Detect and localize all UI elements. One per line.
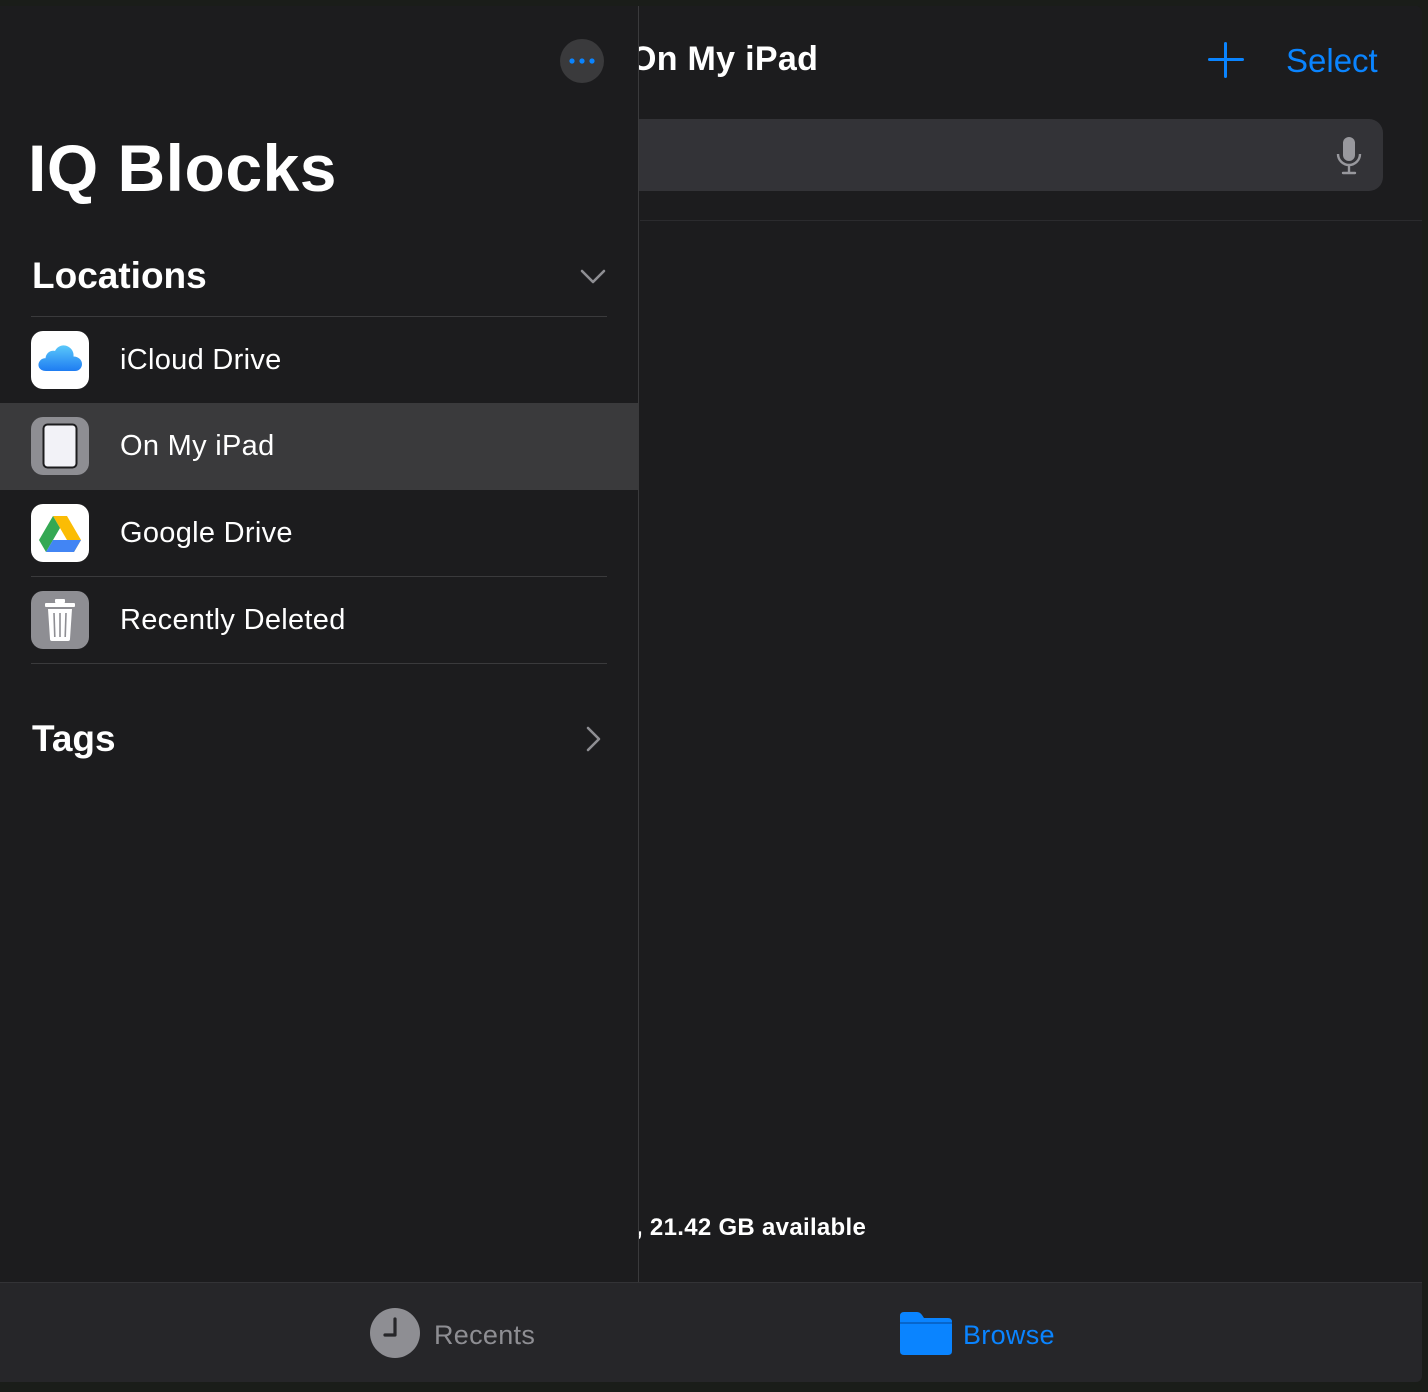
tags-header[interactable]: Tags — [32, 709, 607, 769]
tab-bar: Recents Browse — [0, 1282, 1422, 1382]
folder-icon — [900, 1312, 952, 1355]
more-options-button[interactable] — [560, 39, 604, 83]
main-content: On My iPad Select , 21.42 GB available — [620, 6, 1422, 1282]
sidebar-item-icloud-drive[interactable]: iCloud Drive — [0, 317, 639, 404]
trash-icon — [31, 591, 89, 649]
tab-recents-label: Recents — [434, 1320, 536, 1350]
tab-recents[interactable]: Recents — [370, 1283, 570, 1382]
main-header: On My iPad Select — [620, 6, 1422, 221]
sidebar-item-label: On My iPad — [120, 430, 275, 462]
locations-header[interactable]: Locations — [32, 246, 607, 306]
microphone-icon[interactable] — [1335, 136, 1363, 176]
sidebar-item-google-drive[interactable]: Google Drive — [0, 490, 639, 577]
chevron-down-icon — [580, 269, 606, 284]
ellipsis-icon — [569, 58, 595, 64]
page-title: On My iPad — [630, 40, 819, 78]
icloud-icon — [31, 331, 89, 389]
tab-browse-label: Browse — [963, 1320, 1055, 1350]
google-drive-icon — [31, 504, 89, 562]
sidebar-item-label: iCloud Drive — [120, 344, 282, 376]
storage-status: , 21.42 GB available — [636, 1214, 867, 1241]
files-app-window: On My iPad Select , 21.42 GB available I… — [0, 6, 1422, 1382]
tab-browse[interactable]: Browse — [900, 1283, 1100, 1382]
ipad-icon — [31, 417, 89, 475]
sidebar-item-on-my-ipad[interactable]: On My iPad — [0, 403, 639, 490]
sidebar-title: IQ Blocks — [28, 131, 337, 205]
clock-icon — [370, 1308, 420, 1358]
sidebar-item-recently-deleted[interactable]: Recently Deleted — [0, 577, 639, 664]
locations-header-label: Locations — [32, 255, 207, 296]
search-input[interactable] — [620, 119, 1383, 191]
divider — [31, 663, 607, 664]
sidebar-item-label: Google Drive — [120, 517, 293, 549]
select-button[interactable]: Select — [1286, 42, 1378, 80]
sidebar-item-label: Recently Deleted — [120, 604, 346, 636]
sidebar: IQ Blocks Locations iCloud Drive On My i… — [0, 6, 639, 1282]
tags-header-label: Tags — [32, 718, 116, 759]
chevron-right-icon — [586, 726, 601, 752]
add-button[interactable] — [1206, 40, 1246, 80]
